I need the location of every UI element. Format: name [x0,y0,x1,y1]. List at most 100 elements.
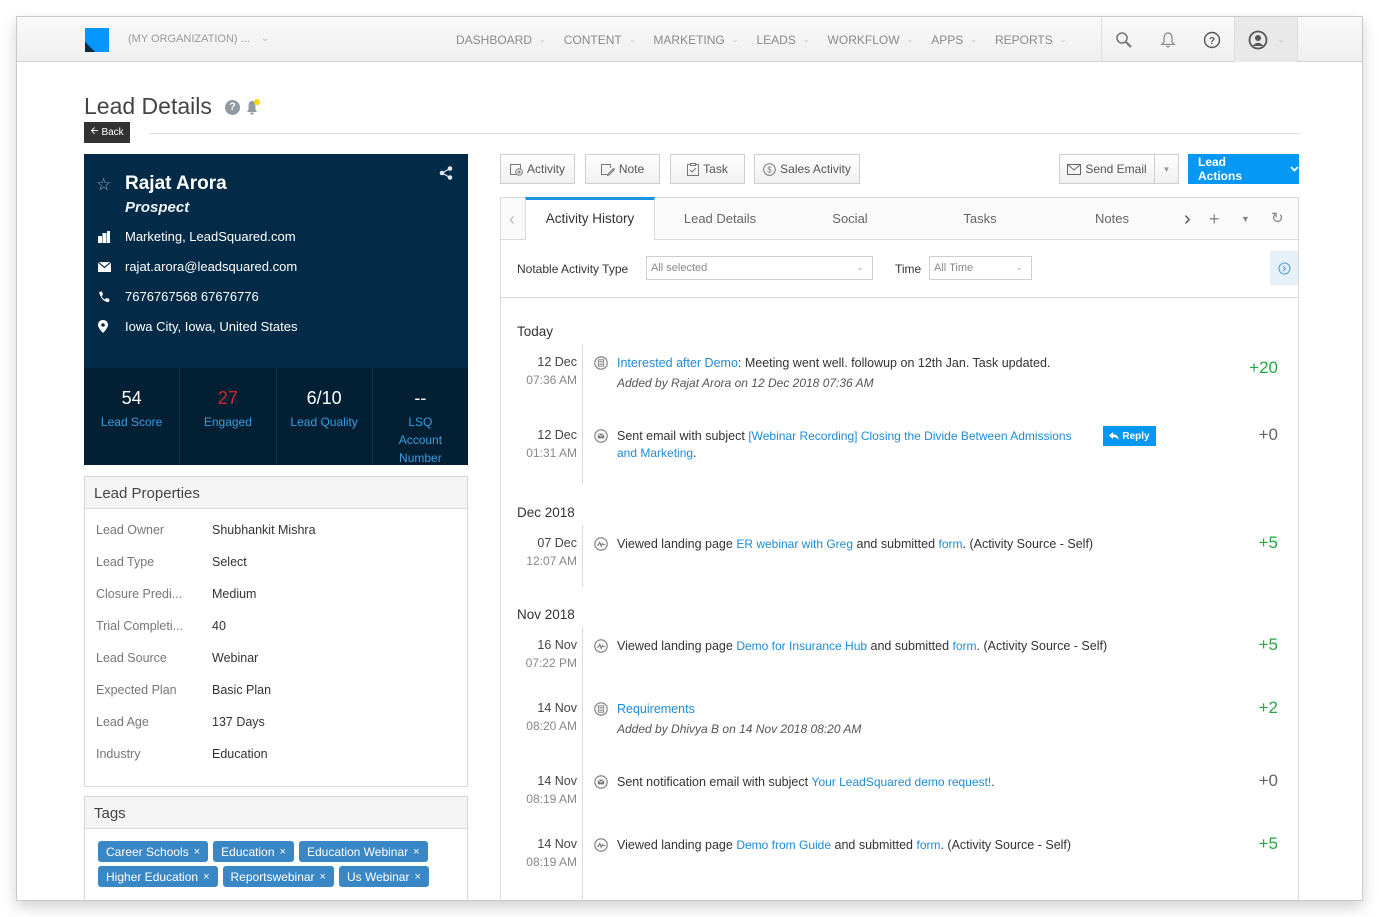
stat-engaged[interactable]: 27 Engaged [180,368,277,465]
add-tab-icon[interactable]: + [1209,198,1220,240]
menu-label: DASHBOARD [456,32,533,47]
tag-label: Education Webinar [306,844,409,859]
menu-marketing[interactable]: MARKETING ⌄ [644,17,747,62]
lead-phone: 7676767568 67676776 [98,289,259,304]
reply-button[interactable]: Reply [1103,426,1156,446]
remove-tag-icon[interactable]: × [320,871,326,883]
entry-score: +5 [1258,533,1278,552]
expand-panel-button[interactable] [1270,251,1298,285]
org-switcher[interactable]: (MY ORGANIZATION) ... [128,33,250,45]
form-link[interactable]: form [953,639,977,653]
lead-phone-text[interactable]: 7676767568 67676776 [125,289,259,304]
stat-value: 54 [121,388,142,408]
tag[interactable]: Higher Education × [98,866,218,887]
star-icon[interactable]: ☆ [96,175,111,195]
select-value: All Time [934,262,974,274]
entry-description: Viewed landing page [617,838,737,852]
menu-label: REPORTS [994,32,1053,47]
landing-page-link[interactable]: Demo for Insurance Hub [736,639,867,653]
landing-page-link[interactable]: Demo from Guide [736,838,831,852]
remove-tag-icon[interactable]: × [203,871,209,883]
lead-email-text[interactable]: rajat.arora@leadsquared.com [125,259,297,274]
email-icon [594,775,608,789]
entry-description: and submitted [831,838,917,852]
tab-notes[interactable]: Notes [1047,198,1177,240]
notification-bell-icon[interactable] [244,98,262,116]
property-row: Industry Education [85,738,467,770]
panel-title: Lead Properties [85,477,467,509]
button-label: Sales Activity [780,162,851,176]
remove-tag-icon[interactable]: × [413,846,419,858]
tab-lead-details[interactable]: Lead Details [655,198,785,240]
lead-company: Marketing, LeadSquared.com [98,229,296,244]
add-activity-button[interactable]: Activity [500,154,575,184]
property-value: Medium [212,587,257,601]
remove-tag-icon[interactable]: × [194,846,200,858]
tab-social[interactable]: Social [785,198,915,240]
menu-apps[interactable]: APPS ⌄ [922,17,986,62]
form-link[interactable]: form [916,838,940,852]
tab-scroll-left-icon[interactable]: ‹ [509,198,515,240]
nav-icon-group: ? ⌄ [1101,17,1298,62]
tag[interactable]: Career Schools × [98,841,209,862]
back-button[interactable]: 🡨 Back [84,122,130,143]
tab-tasks[interactable]: Tasks [915,198,1045,240]
caret-down-icon[interactable]: ▼ [1241,198,1250,240]
user-menu[interactable]: ⌄ [1234,17,1298,62]
property-key: Lead Source [96,651,167,665]
stat-lead-score[interactable]: 54 Lead Score [84,368,181,465]
tag[interactable]: Us Webinar × [338,866,429,887]
add-sales-activity-button[interactable]: $ Sales Activity [754,154,860,184]
tag[interactable]: Reportswebinar × [222,866,334,887]
stat-value: -- [414,388,427,408]
add-task-button[interactable]: Task [670,154,745,184]
property-key: Lead Owner [96,523,165,537]
tab-activity-history[interactable]: Activity History [525,197,655,240]
help-icon[interactable]: ? [1190,17,1234,62]
help-icon[interactable]: ? [225,99,240,115]
remove-tag-icon[interactable]: × [280,846,286,858]
menu-leads[interactable]: LEADS ⌄ [747,17,818,62]
share-icon[interactable] [438,165,454,181]
search-icon[interactable] [1102,17,1146,62]
time-select[interactable]: All Time ⌄ [929,256,1032,280]
remove-tag-icon[interactable]: × [414,871,420,883]
stat-lead-quality[interactable]: 6/10 Lead Quality [277,368,373,465]
menu-label: APPS [931,32,964,47]
activity-link[interactable]: Requirements [617,702,695,716]
bell-icon[interactable] [1146,17,1190,62]
caret-down-icon: ▼ [1162,164,1171,174]
menu-dashboard[interactable]: DASHBOARD ⌄ [447,17,555,62]
menu-workflow[interactable]: WORKFLOW ⌄ [819,17,923,62]
add-note-button[interactable]: Note [585,154,660,184]
activity-link[interactable]: Interested after Demo [617,356,738,370]
send-email-button[interactable]: Send Email [1059,154,1155,184]
send-email-dropdown[interactable]: ▼ [1154,154,1179,184]
entry-text: Requirements [617,701,1087,718]
property-value: Basic Plan [212,683,272,697]
landing-page-link[interactable]: ER webinar with Greg [736,537,853,551]
tag[interactable]: Education Webinar × [298,841,428,862]
envelope-icon [98,261,125,272]
chevron-down-icon: ⌄ [731,34,739,44]
lead-actions-button[interactable]: Lead Actions [1188,154,1299,184]
menu-content[interactable]: CONTENT ⌄ [555,17,645,62]
entry-description: and submitted [867,639,953,653]
timeline-line [582,344,583,484]
entry-meta: Added by Dhivya B on 14 Nov 2018 08:20 A… [617,722,862,736]
stat-lsq-account-number[interactable]: -- LSQ Account Number [373,368,468,465]
entry-description: . (Activity Source - Self) [976,639,1108,653]
form-link[interactable]: form [939,537,963,551]
activity-type-select[interactable]: All selected ⌄ [646,256,873,280]
email-subject-link[interactable]: Your LeadSquared demo request! [812,775,992,789]
menu-reports[interactable]: REPORTS ⌄ [986,17,1076,62]
lead-company-text: Marketing, LeadSquared.com [125,229,296,244]
tag[interactable]: Education × [213,841,294,862]
tab-scroll-right-icon[interactable]: › [1184,198,1191,240]
refresh-icon[interactable]: ↻ [1271,198,1284,240]
property-row: Expected Plan Basic Plan [85,674,467,706]
tag-label: Reportswebinar [230,869,315,884]
chevron-circle-right-icon [1277,261,1291,275]
chevron-down-icon[interactable]: ⌄ [261,33,269,44]
logo[interactable] [85,28,109,52]
